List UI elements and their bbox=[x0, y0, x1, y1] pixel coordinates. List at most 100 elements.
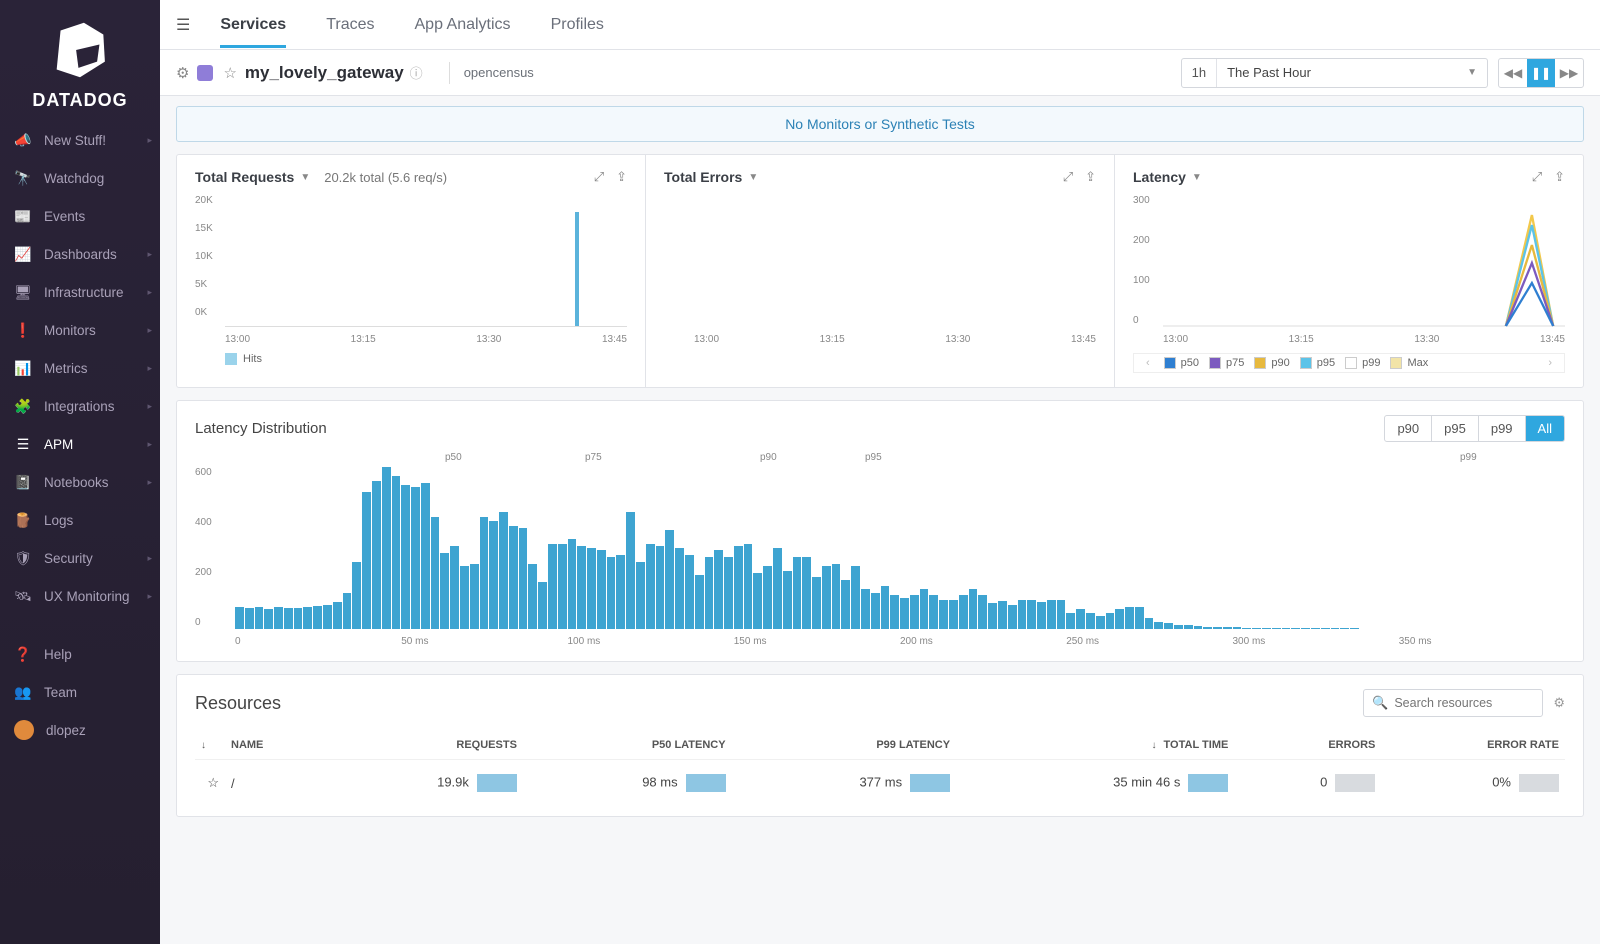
logo-text: DATADOG bbox=[0, 90, 160, 111]
info-icon[interactable]: ⓘ bbox=[410, 63, 423, 82]
sort-indicator[interactable]: ↓ bbox=[195, 731, 225, 760]
tab-profiles[interactable]: Profiles bbox=[551, 4, 604, 45]
chevron-right-icon: ▸ bbox=[147, 249, 152, 260]
nav-help[interactable]: ❓Help bbox=[0, 635, 160, 673]
resource-requests: 19.9k bbox=[322, 760, 523, 793]
forward-button[interactable]: ▶▶ bbox=[1555, 59, 1583, 87]
col-errors[interactable]: ERRORS bbox=[1234, 731, 1381, 760]
nav-icon: 👥 bbox=[14, 684, 32, 701]
percentile-p95[interactable]: p95 bbox=[1432, 416, 1479, 441]
legend-next[interactable]: › bbox=[1542, 357, 1558, 369]
legend-item-p99[interactable]: p99 bbox=[1345, 357, 1380, 369]
col-error-rate[interactable]: ERROR RATE bbox=[1381, 731, 1565, 760]
chevron-right-icon: ▸ bbox=[147, 401, 152, 412]
total-requests-title[interactable]: Total Requests▼ bbox=[195, 169, 310, 185]
search-resources[interactable]: 🔍 bbox=[1363, 689, 1543, 717]
percentile-p99[interactable]: p99 bbox=[1479, 416, 1526, 441]
percentile-p90[interactable]: p90 bbox=[1385, 416, 1432, 441]
export-icon[interactable]: ⇪ bbox=[1554, 169, 1565, 185]
legend-item-p75[interactable]: p75 bbox=[1209, 357, 1244, 369]
settings-icon[interactable]: ⚙ bbox=[176, 64, 189, 82]
legend-prev[interactable]: ‹ bbox=[1140, 357, 1156, 369]
star-icon[interactable]: ☆ bbox=[223, 64, 236, 82]
rewind-button[interactable]: ◀◀ bbox=[1499, 59, 1527, 87]
col-name[interactable]: NAME bbox=[225, 731, 322, 760]
col-requests[interactable]: REQUESTS bbox=[322, 731, 523, 760]
nav-icon: 🛰 bbox=[14, 588, 32, 605]
nav-team[interactable]: 👥Team bbox=[0, 673, 160, 711]
nav-bottom: ❓Help👥Teamdlopez bbox=[0, 635, 160, 749]
total-errors-title[interactable]: Total Errors▼ bbox=[664, 169, 758, 185]
time-short: 1h bbox=[1182, 59, 1217, 87]
resource-name: / bbox=[225, 760, 322, 793]
filter-icon[interactable]: ☰ bbox=[176, 15, 190, 35]
col-total-time[interactable]: ↓ TOTAL TIME bbox=[956, 731, 1234, 760]
legend-item-p50[interactable]: p50 bbox=[1164, 357, 1199, 369]
nav-dlopez[interactable]: dlopez bbox=[0, 711, 160, 749]
time-label: The Past Hour bbox=[1217, 65, 1457, 80]
nav-monitors[interactable]: ❗Monitors▸ bbox=[0, 311, 160, 349]
monitors-banner[interactable]: No Monitors or Synthetic Tests bbox=[176, 106, 1584, 142]
nav-watchdog[interactable]: 🔭Watchdog bbox=[0, 159, 160, 197]
latency-distribution-title: Latency Distribution bbox=[195, 420, 327, 437]
latency-distribution-chart[interactable]: 6004002000 p50p75p90p95p99 050 ms100 ms1… bbox=[195, 452, 1565, 647]
legend-item-max[interactable]: Max bbox=[1390, 357, 1428, 369]
chevron-down-icon: ▼ bbox=[300, 172, 310, 183]
nav-events[interactable]: 📰Events bbox=[0, 197, 160, 235]
percentile-buttons: p90p95p99All bbox=[1384, 415, 1565, 442]
nav-icon: 📈 bbox=[14, 246, 32, 263]
logo[interactable]: DATADOG bbox=[0, 0, 160, 121]
percentile-all[interactable]: All bbox=[1526, 416, 1564, 441]
latency-legend[interactable]: ‹ p50 p75 p90 p95 p99 Max › bbox=[1133, 353, 1565, 373]
chevron-right-icon: ▸ bbox=[147, 325, 152, 336]
nav-new-stuff-[interactable]: 📣New Stuff!▸ bbox=[0, 121, 160, 159]
nav-dashboards[interactable]: 📈Dashboards▸ bbox=[0, 235, 160, 273]
nav-apm[interactable]: ☰APM▸ bbox=[0, 425, 160, 463]
nav-notebooks[interactable]: 📓Notebooks▸ bbox=[0, 463, 160, 501]
col-p99-latency[interactable]: P99 LATENCY bbox=[732, 731, 957, 760]
nav-logs[interactable]: 🪵Logs bbox=[0, 501, 160, 539]
pmark-p50: p50 bbox=[445, 452, 462, 463]
chevron-right-icon: ▸ bbox=[147, 287, 152, 298]
expand-icon[interactable]: ⤢ bbox=[1063, 169, 1073, 185]
expand-icon[interactable]: ⤢ bbox=[594, 169, 604, 185]
integration-label: opencensus bbox=[464, 65, 534, 80]
col-p50-latency[interactable]: P50 LATENCY bbox=[523, 731, 732, 760]
pmark-p90: p90 bbox=[760, 452, 777, 463]
time-play-controls: ◀◀ ❚❚ ▶▶ bbox=[1498, 58, 1584, 88]
latency-title[interactable]: Latency▼ bbox=[1133, 169, 1202, 185]
nav-icon: ☰ bbox=[14, 436, 32, 453]
gear-icon[interactable]: ⚙ bbox=[1553, 695, 1565, 711]
table-row[interactable]: ☆ / 19.9k 98 ms 377 ms 35 min 46 s 0 0% bbox=[195, 760, 1565, 793]
expand-icon[interactable]: ⤢ bbox=[1532, 169, 1542, 185]
pause-button[interactable]: ❚❚ bbox=[1527, 59, 1555, 87]
star-icon[interactable]: ☆ bbox=[195, 760, 225, 793]
panel-total-errors: Total Errors▼ ⤢ ⇪ 13:0013:1513:3013:45 bbox=[646, 155, 1115, 387]
latency-chart[interactable]: 3002001000 13:0013:1513:3013:45 bbox=[1133, 195, 1565, 345]
resource-p99: 377 ms bbox=[732, 760, 957, 793]
nav-security[interactable]: 🛡Security▸ bbox=[0, 539, 160, 577]
monitors-banner-link[interactable]: No Monitors or Synthetic Tests bbox=[785, 116, 975, 132]
tab-services[interactable]: Services bbox=[220, 4, 286, 48]
time-range-picker[interactable]: 1h The Past Hour ▼ bbox=[1181, 58, 1488, 88]
legend-item-p90[interactable]: p90 bbox=[1254, 357, 1289, 369]
nav-icon: 🔭 bbox=[14, 170, 32, 187]
legend-item-p95[interactable]: p95 bbox=[1300, 357, 1335, 369]
search-icon: 🔍 bbox=[1372, 695, 1388, 711]
nav-metrics[interactable]: 📊Metrics▸ bbox=[0, 349, 160, 387]
export-icon[interactable]: ⇪ bbox=[616, 169, 627, 185]
chevron-down-icon: ▼ bbox=[748, 172, 758, 183]
total-errors-chart[interactable]: 13:0013:1513:3013:45 bbox=[664, 195, 1096, 345]
resources-title: Resources bbox=[195, 693, 281, 714]
search-resources-input[interactable] bbox=[1394, 696, 1534, 710]
nav-integrations[interactable]: 🧩Integrations▸ bbox=[0, 387, 160, 425]
tab-traces[interactable]: Traces bbox=[326, 4, 374, 45]
total-requests-chart[interactable]: 20K15K10K5K0K 13:0013:1513:3013:45 bbox=[195, 195, 627, 345]
nav-ux-monitoring[interactable]: 🛰UX Monitoring▸ bbox=[0, 577, 160, 615]
pmark-p99: p99 bbox=[1460, 452, 1477, 463]
service-name: my_lovely_gateway bbox=[245, 63, 404, 83]
nav-infrastructure[interactable]: 🖥Infrastructure▸ bbox=[0, 273, 160, 311]
tab-app-analytics[interactable]: App Analytics bbox=[415, 4, 511, 45]
resources-panel: Resources 🔍 ⚙ ↓NAMEREQUESTSP50 LATENCYP9… bbox=[176, 674, 1584, 817]
export-icon[interactable]: ⇪ bbox=[1085, 169, 1096, 185]
